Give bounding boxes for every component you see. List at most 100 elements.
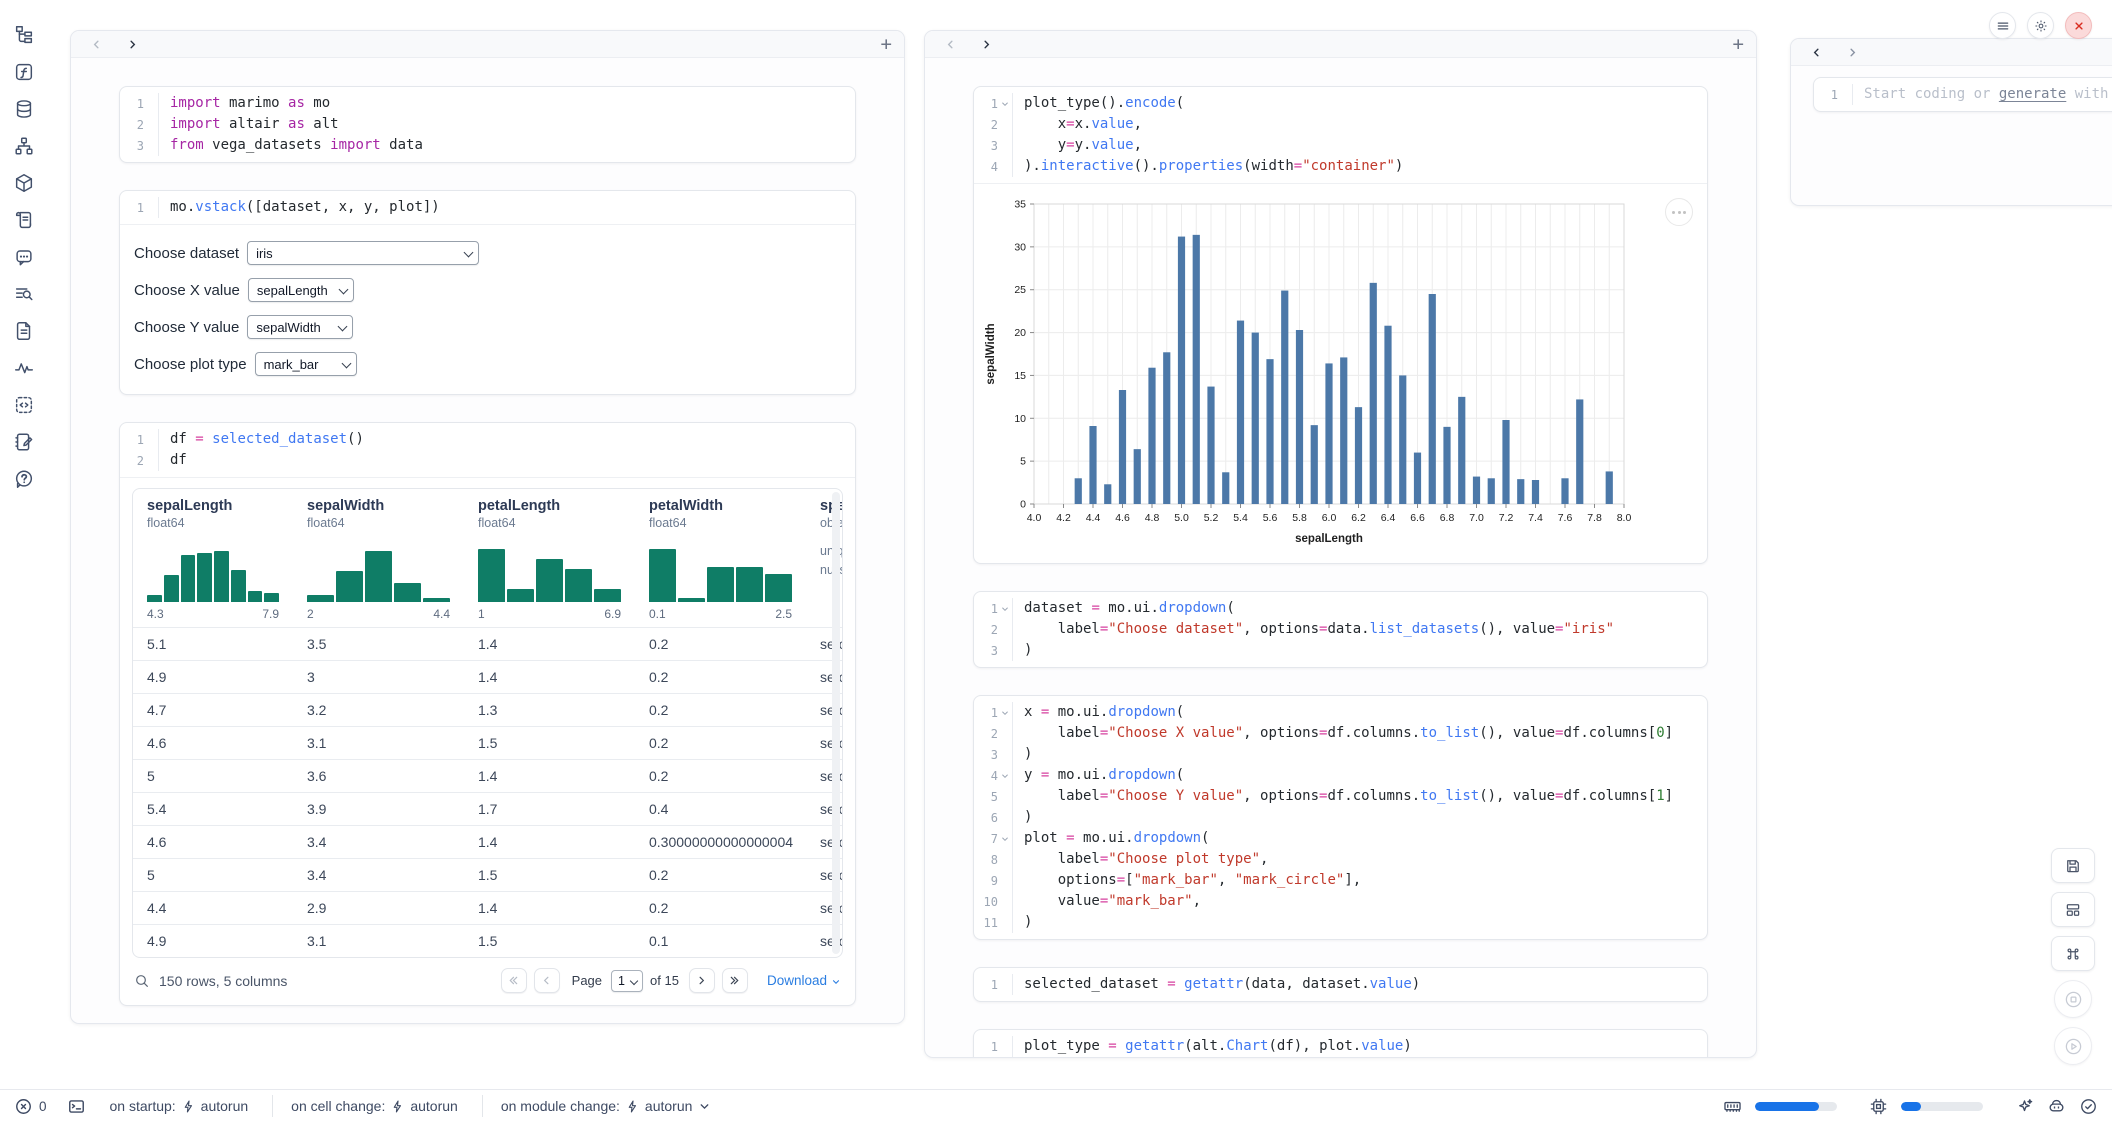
bar-6.8 [1443, 427, 1450, 504]
code-editor-plot[interactable]: 1plot_type().encode(2 x=x.value,3 y=y.va… [974, 87, 1707, 183]
code-editor-dataset-dropdown[interactable]: 1dataset = mo.ui.dropdown(2 label="Choos… [974, 592, 1707, 667]
file-tree-icon[interactable] [13, 24, 35, 46]
column-prev-button[interactable] [1805, 42, 1827, 62]
first-page-button[interactable] [501, 968, 527, 993]
chart-more-button[interactable] [1665, 198, 1693, 226]
download-button[interactable]: Download [767, 973, 841, 988]
close-button[interactable] [2065, 12, 2092, 39]
svg-text:4.4: 4.4 [1086, 512, 1101, 524]
line-number: 3 [974, 640, 998, 661]
code-editor-vstack[interactable]: 1mo.vstack([dataset, x, y, plot]) [120, 191, 855, 224]
code-editor-scratch[interactable]: 1Start coding or generate with [1814, 78, 2112, 111]
cell-plot-type: 1plot_type = getattr(alt.Chart(df), plot… [973, 1029, 1708, 1058]
database-icon[interactable] [13, 98, 35, 120]
bar-4.4 [1089, 426, 1096, 504]
search-list-icon[interactable] [13, 283, 35, 305]
app-view-button[interactable] [2051, 892, 2095, 927]
save-button[interactable] [2051, 848, 2095, 883]
generate-with-ai-link[interactable]: generate [1999, 86, 2066, 102]
code-snippet-icon[interactable] [13, 394, 35, 416]
table-cell: 0.1 [635, 925, 806, 957]
last-page-button[interactable] [722, 968, 748, 993]
errors-icon[interactable] [14, 1097, 33, 1116]
prev-page-button[interactable] [534, 968, 560, 993]
on-cell-change-config[interactable]: on cell change: autorun [272, 1095, 476, 1117]
stop-kernel-button[interactable] [2054, 980, 2092, 1018]
close-icon [2072, 19, 2086, 33]
command-palette-button[interactable] [2051, 936, 2095, 971]
table-cell: 4.4 [133, 892, 293, 924]
code-editor-imports[interactable]: 1import marimo as mo2import altair as al… [120, 87, 855, 162]
code-editor-plot-type[interactable]: 1plot_type = getattr(alt.Chart(df), plot… [974, 1030, 1707, 1058]
table-cell: 2.9 [293, 892, 464, 924]
dependency-graph-icon[interactable] [13, 135, 35, 157]
svg-text:7.4: 7.4 [1528, 512, 1543, 524]
column-header-petalWidth[interactable]: petalWidthfloat640.12.5 [635, 489, 806, 627]
run-all-button[interactable] [2054, 1027, 2092, 1065]
column-prev-button[interactable] [85, 34, 107, 54]
chevron-left-icon [945, 39, 956, 50]
y-value-select[interactable]: sepalWidth [247, 315, 353, 339]
table-row: 4.42.91.40.2setos [133, 891, 842, 924]
on-startup-config[interactable]: on startup: autorun [92, 1095, 267, 1117]
bar-4.9 [1163, 352, 1170, 504]
x-value-select[interactable]: sepalLength [248, 278, 354, 302]
scroll-icon[interactable] [13, 209, 35, 231]
function-icon[interactable] [13, 61, 35, 83]
table-scrollbar[interactable] [832, 492, 840, 954]
cell-scratch: 1Start coding or generate with [1813, 77, 2112, 112]
on-module-change-config[interactable]: on module change: autorun [482, 1095, 730, 1117]
fold-caret[interactable] [998, 598, 1012, 619]
altair-bar-chart[interactable]: 4.04.24.44.64.85.05.25.45.65.86.06.26.46… [978, 192, 1708, 556]
add-cell-button[interactable]: + [881, 35, 892, 54]
settings-button[interactable] [2027, 12, 2054, 39]
table-cell: 0.2 [635, 628, 806, 660]
save-icon [2064, 857, 2082, 875]
column-header-petalLength[interactable]: petalLengthfloat6416.9 [464, 489, 635, 627]
fold-caret[interactable] [998, 765, 1012, 786]
search-icon[interactable] [134, 973, 150, 989]
fold-caret[interactable] [998, 93, 1012, 114]
column-header-sepalWidth[interactable]: sepalWidthfloat6424.4 [293, 489, 464, 627]
code-editor-xy-plot-dropdowns[interactable]: 1x = mo.ui.dropdown(2 label="Choose X va… [974, 696, 1707, 939]
connection-status-icon[interactable] [2079, 1097, 2098, 1116]
svg-text:5.2: 5.2 [1204, 512, 1219, 524]
ram-icon [1723, 1097, 1742, 1116]
column-next-button[interactable] [975, 34, 997, 54]
package-icon[interactable] [13, 172, 35, 194]
line-number: 8 [974, 849, 998, 870]
fold-caret[interactable] [998, 702, 1012, 723]
ram-usage-meter [1755, 1102, 1837, 1111]
dropdown-label: Choose plot type [134, 356, 247, 373]
data-table: sepalLengthfloat644.37.9sepalWidthfloat6… [132, 488, 843, 958]
code-editor-dataframe[interactable]: 1df = selected_dataset()2df [120, 423, 855, 477]
document-icon[interactable] [13, 320, 35, 342]
column-prev-button[interactable] [939, 34, 961, 54]
copilot-icon[interactable] [2047, 1097, 2066, 1116]
table-cell: 4.7 [133, 694, 293, 726]
help-icon[interactable] [13, 468, 35, 490]
add-cell-button[interactable]: + [1733, 35, 1744, 54]
on-startup-label: on startup: [110, 1098, 176, 1114]
next-page-button[interactable] [689, 968, 715, 993]
scratchpad-icon[interactable] [13, 431, 35, 453]
line-number: 1 [120, 429, 144, 450]
page-select[interactable]: 1 [611, 970, 643, 992]
ai-sparkles-icon[interactable] [2015, 1097, 2034, 1116]
table-cell: 1.4 [464, 661, 635, 693]
terminal-icon[interactable] [67, 1097, 86, 1116]
table-cell: 0.2 [635, 859, 806, 891]
code-editor-selected-dataset[interactable]: 1selected_dataset = getattr(data, datase… [974, 968, 1707, 1001]
column-next-button[interactable] [1841, 42, 1863, 62]
chat-bot-icon[interactable] [13, 246, 35, 268]
plot-type-select[interactable]: mark_bar [255, 352, 357, 376]
table-row: 53.41.50.2setos [133, 858, 842, 891]
svg-text:6.2: 6.2 [1351, 512, 1366, 524]
dataset-select[interactable]: iris [247, 241, 479, 265]
activity-icon[interactable] [13, 357, 35, 379]
fold-caret[interactable] [998, 828, 1012, 849]
column-header-sepalLength[interactable]: sepalLengthfloat644.37.9 [133, 489, 293, 627]
column-next-button[interactable] [121, 34, 143, 54]
menu-button[interactable] [1989, 12, 2016, 39]
line-number: 2 [120, 450, 144, 471]
